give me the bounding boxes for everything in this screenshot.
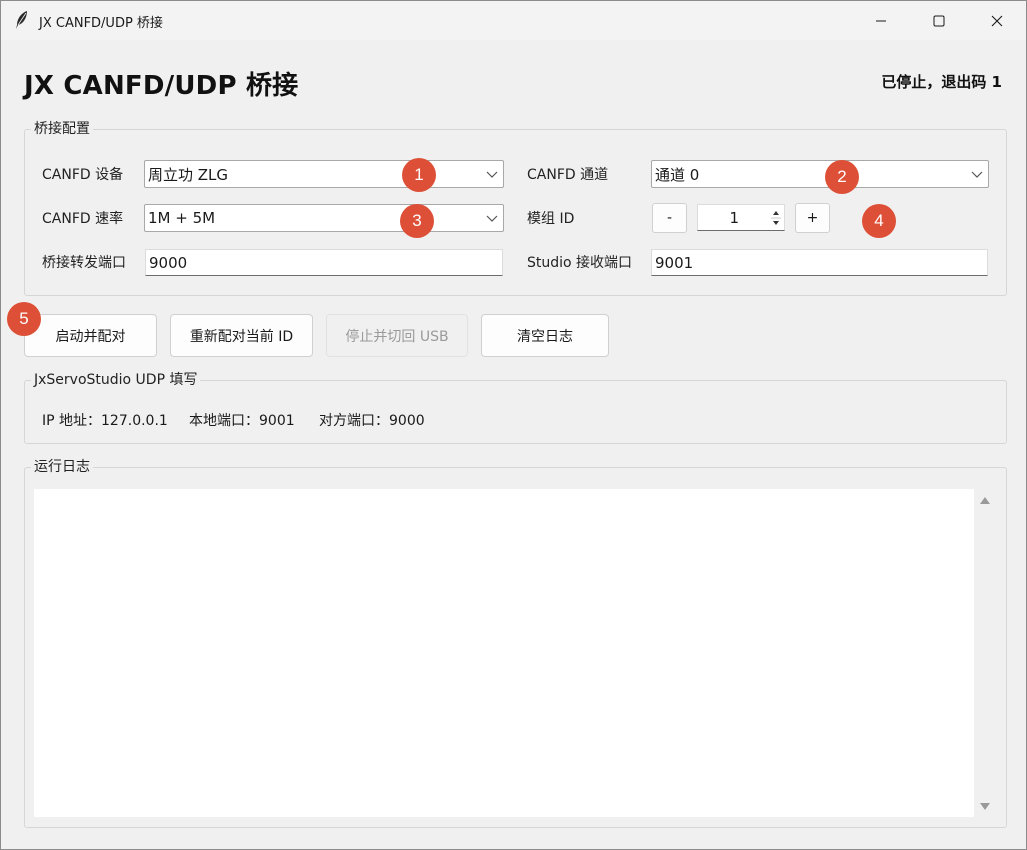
canfd-channel-value: 通道 0 (655, 165, 700, 184)
log-textarea[interactable] (34, 489, 974, 817)
maximize-button[interactable] (910, 1, 968, 40)
module-id-label: 模组 ID (527, 211, 575, 227)
spin-arrows-icon[interactable] (770, 207, 782, 229)
canfd-rate-label: CANFD 速率 (42, 211, 124, 227)
udp-local-port-text: 本地端口：9001 (189, 413, 295, 429)
module-id-value: 1 (729, 209, 739, 227)
window-title: JX CANFD/UDP 桥接 (39, 16, 163, 31)
canfd-channel-select[interactable]: 通道 0 (651, 160, 989, 188)
title-bar: JX CANFD/UDP 桥接 (1, 1, 1026, 40)
chevron-down-icon (971, 171, 983, 178)
stop-switch-usb-button[interactable]: 停止并切回 USB (326, 314, 468, 357)
module-id-increment-button[interactable]: + (795, 203, 830, 233)
bridge-port-value: 9000 (149, 253, 188, 272)
feather-icon (16, 11, 27, 29)
module-id-decrement-button[interactable]: - (652, 203, 687, 233)
minimize-icon (876, 20, 886, 21)
canfd-device-label: CANFD 设备 (42, 167, 124, 183)
scroll-up-icon[interactable] (979, 495, 991, 505)
close-button[interactable] (968, 1, 1026, 40)
canfd-device-value: 周立功 ZLG (148, 165, 229, 184)
studio-port-value: 9001 (655, 253, 694, 272)
annotation-badge-3: 3 (400, 204, 434, 238)
annotation-badge-2: 2 (825, 160, 859, 194)
annotation-badge-1: 1 (402, 158, 436, 192)
canfd-device-select[interactable]: 周立功 ZLG (144, 160, 504, 188)
scroll-down-icon[interactable] (979, 802, 991, 812)
bridge-config-legend: 桥接配置 (31, 120, 93, 138)
canfd-rate-select[interactable]: 1M + 5M (144, 204, 504, 232)
annotation-badge-4: 4 (862, 204, 896, 238)
close-icon (991, 15, 1003, 26)
repair-current-id-button[interactable]: 重新配对当前 ID (170, 314, 313, 357)
status-text: 已停止，退出码 1 (881, 73, 1002, 91)
annotation-badge-5: 5 (7, 302, 41, 336)
page-title: JX CANFD/UDP 桥接 (24, 71, 299, 101)
udp-settings-group: JxServoStudio UDP 填写 (24, 371, 1007, 444)
udp-settings-legend: JxServoStudio UDP 填写 (31, 371, 201, 389)
run-log-legend: 运行日志 (31, 458, 93, 476)
chevron-down-icon (486, 215, 498, 222)
chevron-down-icon (486, 171, 498, 178)
canfd-channel-label: CANFD 通道 (527, 167, 609, 183)
minimize-button[interactable] (852, 1, 910, 40)
udp-ip-text: IP 地址：127.0.0.1 (42, 413, 168, 429)
udp-remote-port-text: 对方端口：9000 (319, 413, 425, 429)
module-id-spinbox[interactable]: 1 (697, 204, 785, 231)
bridge-port-input[interactable]: 9000 (145, 249, 503, 276)
start-pair-button[interactable]: 启动并配对 (24, 314, 157, 357)
canfd-rate-value: 1M + 5M (148, 209, 216, 227)
studio-port-label: Studio 接收端口 (527, 255, 633, 271)
clear-log-button[interactable]: 清空日志 (481, 314, 609, 357)
maximize-icon (933, 15, 945, 26)
bridge-port-label: 桥接转发端口 (42, 255, 126, 271)
app-window: JX CANFD/UDP 桥接 JX CANFD/UDP 桥接 已停止，退出码 … (0, 0, 1027, 850)
studio-port-input[interactable]: 9001 (651, 249, 988, 276)
